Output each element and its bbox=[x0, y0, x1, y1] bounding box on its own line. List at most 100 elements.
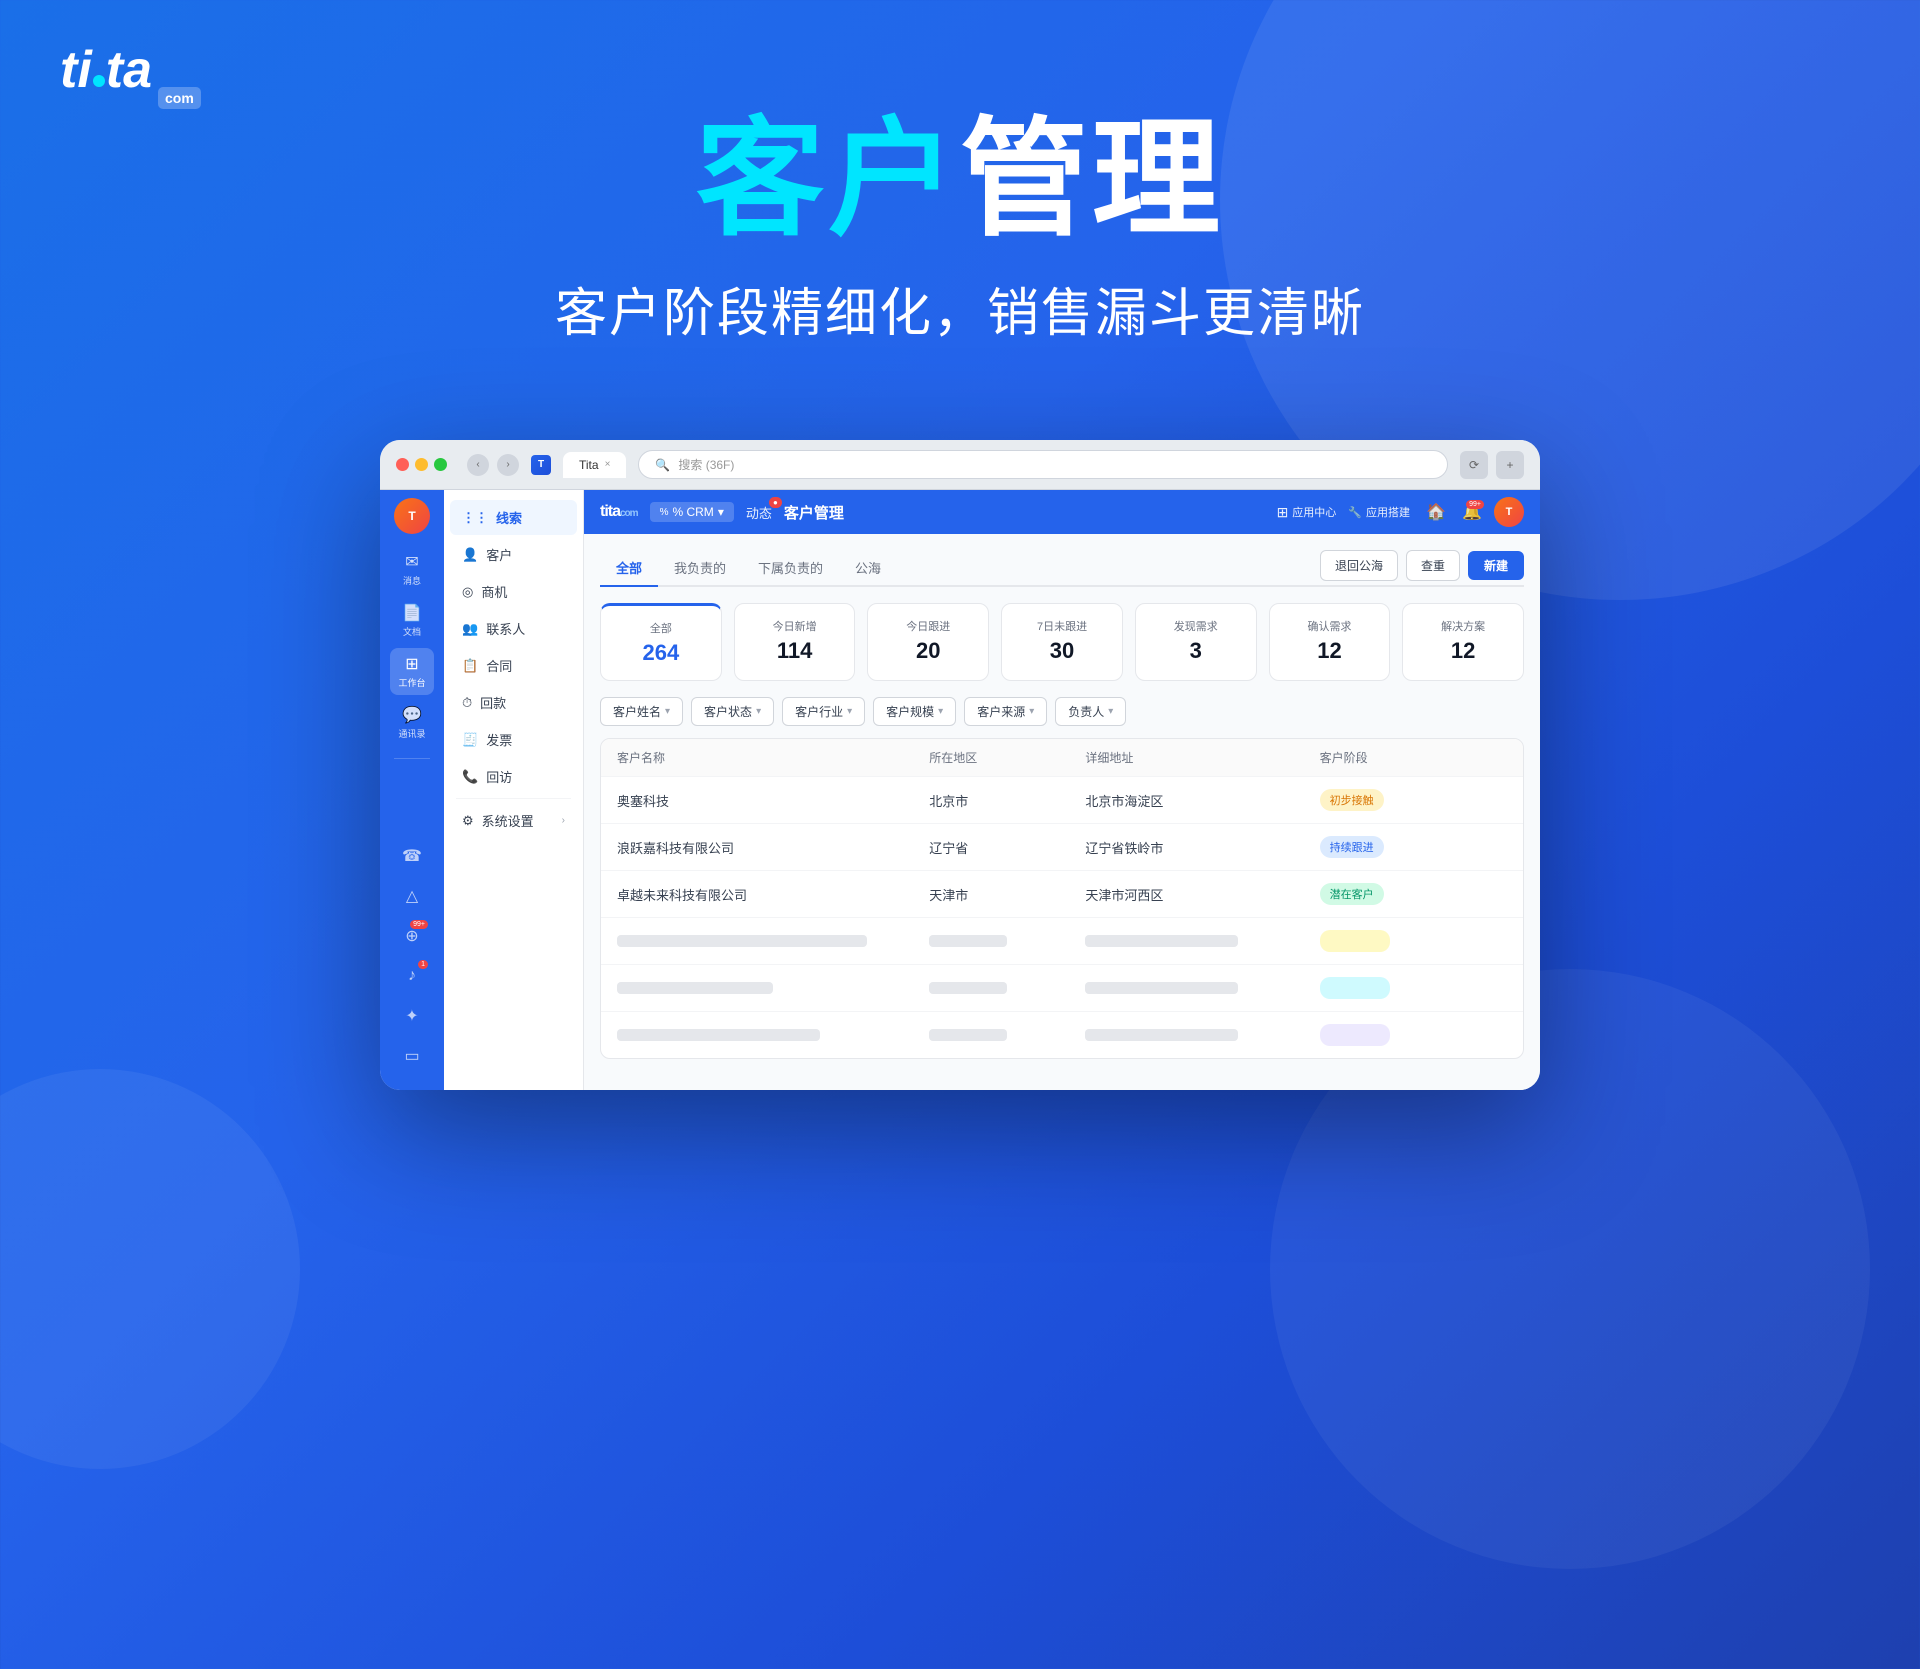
browser-tab[interactable]: Tita × bbox=[563, 452, 626, 478]
stat-discover-label: 发现需求 bbox=[1174, 618, 1218, 634]
forward-button[interactable]: › bbox=[497, 454, 519, 476]
table-row[interactable]: 卓越未来科技有限公司 天津市 天津市河西区 潜在客户 bbox=[601, 871, 1523, 918]
tab-mine[interactable]: 我负责的 bbox=[658, 550, 742, 587]
sidebar-item-settings[interactable]: ⚙ 系统设置 › bbox=[450, 803, 577, 838]
customer-address-3: 天津市河西区 bbox=[1085, 885, 1319, 904]
filter-customer-name[interactable]: 客户姓名 ▾ bbox=[600, 697, 683, 726]
settings-icon: ⚙ bbox=[462, 813, 474, 829]
stat-total-value: 264 bbox=[643, 640, 680, 666]
customer-address-1: 北京市海淀区 bbox=[1085, 791, 1319, 810]
skeleton-address-4 bbox=[1085, 935, 1319, 947]
app-window: ‹ › T Tita × 🔍 搜索 (36F) ⟳ + T ✉ 消息 📄 bbox=[380, 440, 1540, 1090]
grid-icon[interactable]: ▭ bbox=[394, 1038, 430, 1074]
customer-table: 客户名称 所在地区 详细地址 客户阶段 奥塞科技 北京市 北京市海淀区 初步接触 bbox=[600, 738, 1524, 1059]
sidebar-item-invoices[interactable]: 🧾 发票 bbox=[450, 722, 577, 757]
chevron-down-icon-5: ▾ bbox=[1029, 706, 1034, 717]
stat-today-new: 今日新增 114 bbox=[734, 603, 856, 681]
stat-confirm-label: 确认需求 bbox=[1307, 618, 1351, 634]
skeleton-stage-5 bbox=[1320, 977, 1507, 999]
sidebar-item-contacts[interactable]: 💬 通讯录 bbox=[390, 699, 434, 746]
table-row[interactable]: 奥塞科技 北京市 北京市海淀区 初步接触 bbox=[601, 777, 1523, 824]
contacts-icon: 💬 bbox=[402, 705, 422, 725]
stat-7day-no-follow: 7日未跟进 30 bbox=[1001, 603, 1123, 681]
tab-public[interactable]: 公海 bbox=[839, 550, 897, 587]
sidebar-item-contracts[interactable]: 📋 合同 bbox=[450, 648, 577, 683]
col-name: 客户名称 bbox=[617, 749, 929, 766]
topbar-actions: ⊞ 应用中心 🔧 应用搭建 🏠 🔔 99+ T bbox=[1277, 497, 1524, 527]
sidebar-item-visits[interactable]: 📞 回访 bbox=[450, 759, 577, 794]
dedup-button[interactable]: 查重 bbox=[1406, 550, 1460, 581]
tab-subordinate[interactable]: 下属负责的 bbox=[742, 550, 839, 587]
sidebar-item-workspace[interactable]: ⊞ 工作台 bbox=[390, 648, 434, 695]
customer-region-3: 天津市 bbox=[929, 885, 1085, 904]
sidebar-item-customers[interactable]: 👤 客户 bbox=[450, 537, 577, 572]
contacts-sidebar-label: 联系人 bbox=[486, 619, 525, 638]
filter-customer-industry-label: 客户行业 bbox=[795, 703, 843, 720]
sidebar-item-docs[interactable]: 📄 文档 bbox=[390, 597, 434, 644]
skeleton-bar bbox=[1085, 1029, 1237, 1041]
sidebar-item-contacts[interactable]: 👥 联系人 bbox=[450, 611, 577, 646]
crm-dropdown[interactable]: % % CRM ▾ bbox=[650, 502, 734, 522]
sidebar-item-messages[interactable]: ✉ 消息 bbox=[390, 546, 434, 593]
chevron-down-icon: ▾ bbox=[665, 706, 670, 717]
user-avatar[interactable]: T bbox=[394, 498, 430, 534]
filter-customer-status[interactable]: 客户状态 ▾ bbox=[691, 697, 774, 726]
notification-icon-button[interactable]: 🔔 99+ bbox=[1458, 498, 1486, 526]
maximize-button[interactable] bbox=[434, 458, 447, 471]
customer-name-2: 浪跃嘉科技有限公司 bbox=[617, 838, 929, 857]
stat-7day-value: 30 bbox=[1050, 638, 1074, 664]
close-button[interactable] bbox=[396, 458, 409, 471]
sidebar-item-leads[interactable]: ⋮⋮ 线索 bbox=[450, 500, 577, 535]
filter-responsible[interactable]: 负责人 ▾ bbox=[1055, 697, 1126, 726]
stat-confirm-value: 12 bbox=[1317, 638, 1341, 664]
new-button[interactable]: 新建 bbox=[1468, 551, 1524, 580]
address-bar[interactable]: 🔍 搜索 (36F) bbox=[638, 450, 1448, 479]
content-area: 全部 我负责的 下属负责的 公海 退回公海 查重 新建 全部 264 bbox=[584, 534, 1540, 1090]
col-address: 详细地址 bbox=[1085, 749, 1319, 766]
table-row-skeleton-4 bbox=[601, 918, 1523, 965]
new-tab-button[interactable]: + bbox=[1496, 451, 1524, 479]
contacts-label: 通讯录 bbox=[398, 727, 425, 740]
visit-icon: 📞 bbox=[462, 769, 478, 785]
crm-label: % CRM bbox=[672, 505, 713, 519]
filter-customer-source-label: 客户来源 bbox=[977, 703, 1025, 720]
filter-customer-source[interactable]: 客户来源 ▾ bbox=[964, 697, 1047, 726]
col-region: 所在地区 bbox=[929, 749, 1085, 766]
back-button[interactable]: ‹ bbox=[467, 454, 489, 476]
build-button[interactable]: 🔧 应用搭建 bbox=[1348, 504, 1410, 520]
logo-dot bbox=[93, 75, 105, 87]
filter-customer-industry[interactable]: 客户行业 ▾ bbox=[782, 697, 865, 726]
filter-customer-status-label: 客户状态 bbox=[704, 703, 752, 720]
music-icon[interactable]: ♪ 1 bbox=[394, 958, 430, 994]
opportunities-label: 商机 bbox=[481, 582, 507, 601]
star-icon[interactable]: ✦ bbox=[394, 998, 430, 1034]
skeleton-stage-bar bbox=[1320, 930, 1390, 952]
tab-all[interactable]: 全部 bbox=[600, 550, 658, 587]
chevron-down-icon-2: ▾ bbox=[756, 706, 761, 717]
title-white: 管理 bbox=[960, 108, 1224, 251]
topbar-avatar[interactable]: T bbox=[1494, 497, 1524, 527]
app-center-button[interactable]: ⊞ 应用中心 bbox=[1277, 504, 1337, 521]
skeleton-name-6 bbox=[617, 1029, 929, 1041]
filter-row: 客户姓名 ▾ 客户状态 ▾ 客户行业 ▾ 客户规模 ▾ bbox=[600, 697, 1524, 726]
table-row[interactable]: 浪跃嘉科技有限公司 辽宁省 辽宁省铁岭市 持续跟进 bbox=[601, 824, 1523, 871]
person-icon: 👥 bbox=[462, 621, 478, 637]
nav-controls: ‹ › bbox=[467, 454, 519, 476]
window-chrome: ‹ › T Tita × 🔍 搜索 (36F) ⟳ + bbox=[380, 440, 1540, 490]
home-icon-button[interactable]: 🏠 bbox=[1422, 498, 1450, 526]
return-to-public-button[interactable]: 退回公海 bbox=[1320, 550, 1398, 581]
phone-icon[interactable]: ☎ bbox=[394, 838, 430, 874]
add-icon[interactable]: ⊕ 99+ bbox=[394, 918, 430, 954]
history-button[interactable]: ⟳ bbox=[1460, 451, 1488, 479]
filter-customer-scale[interactable]: 客户规模 ▾ bbox=[873, 697, 956, 726]
bell-icon[interactable]: △ bbox=[394, 878, 430, 914]
customer-region-2: 辽宁省 bbox=[929, 838, 1085, 857]
page-hero: 客户管理 客户阶段精细化，销售漏斗更清晰 bbox=[0, 110, 1920, 346]
tab-bar: 全部 我负责的 下属负责的 公海 退回公海 查重 新建 bbox=[600, 550, 1524, 587]
dynamics-button[interactable]: 动态 ● bbox=[746, 503, 772, 522]
title-cyan: 客户 bbox=[696, 108, 960, 251]
sidebar-item-opportunities[interactable]: ◎ 商机 bbox=[450, 574, 577, 609]
minimize-button[interactable] bbox=[415, 458, 428, 471]
tab-close[interactable]: × bbox=[605, 459, 611, 470]
sidebar-item-payments[interactable]: ⏱ 回款 bbox=[450, 685, 577, 720]
